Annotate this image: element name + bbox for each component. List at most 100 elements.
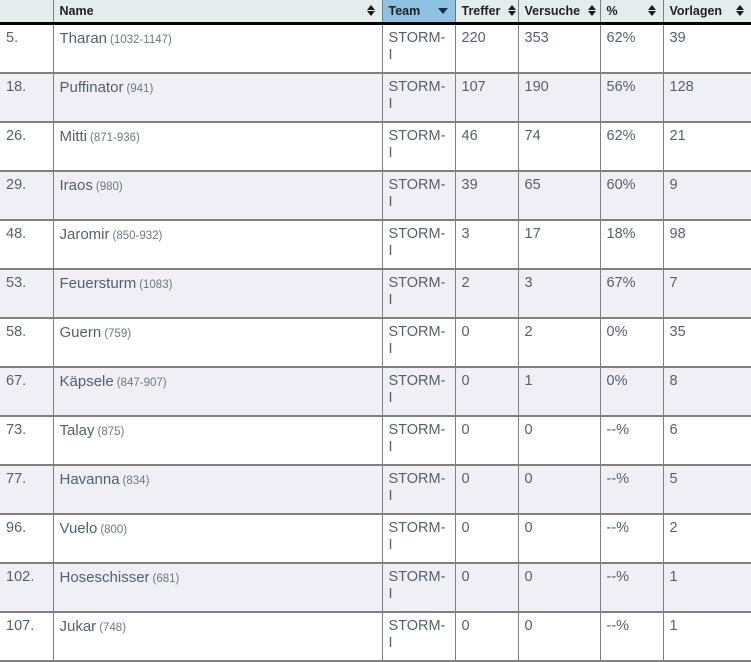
- cell-vorlagen: 1: [663, 563, 751, 613]
- cell-treffer: 2: [455, 269, 519, 319]
- cell-team: STORM-I: [382, 514, 456, 564]
- column-header-percent[interactable]: %: [600, 0, 664, 25]
- cell-player-name: Jukar (748): [53, 612, 383, 662]
- cell-team: STORM-I: [382, 122, 456, 172]
- cell-player-name: Vuelo (800): [53, 514, 383, 564]
- cell-player-name: Havanna (834): [53, 465, 383, 515]
- cell-rank: 26.: [0, 122, 54, 172]
- player-name-text: Iraos: [59, 177, 93, 194]
- player-rating-range: (834): [122, 475, 150, 487]
- cell-team: STORM-I: [382, 465, 456, 515]
- player-name-text: Feuersturm: [59, 275, 137, 292]
- cell-versuche: 0: [518, 563, 601, 613]
- sort-both-icon[interactable]: [647, 4, 657, 17]
- cell-versuche: 0: [518, 465, 601, 515]
- column-header-treffer[interactable]: Treffer: [455, 0, 519, 25]
- cell-rank: 53.: [0, 269, 54, 319]
- cell-treffer: 0: [455, 563, 519, 613]
- column-header-vorlagen[interactable]: Vorlagen: [663, 0, 751, 25]
- cell-rank: 18.: [0, 73, 54, 123]
- cell-player-name: Feuersturm (1083): [53, 269, 383, 319]
- player-name-text: Hoseschisser: [59, 569, 150, 586]
- column-header-label: Vorlagen: [669, 3, 723, 18]
- cell-versuche: 65: [518, 171, 601, 221]
- cell-percent: --%: [600, 612, 664, 662]
- cell-rank: 29.: [0, 171, 54, 221]
- cell-percent: 60%: [600, 171, 664, 221]
- sort-descending-icon[interactable]: [437, 4, 449, 17]
- cell-team: STORM-I: [382, 73, 456, 123]
- cell-versuche: 74: [518, 122, 601, 172]
- column-header-label: Team: [388, 3, 421, 18]
- cell-versuche: 3: [518, 269, 601, 319]
- cell-vorlagen: 7: [663, 269, 751, 319]
- player-rating-range: (800): [100, 524, 128, 536]
- sort-both-icon[interactable]: [508, 4, 517, 17]
- cell-rank: 67.: [0, 367, 54, 417]
- cell-treffer: 3: [455, 220, 519, 270]
- column-header-label: Versuche: [524, 3, 581, 18]
- column-header-name[interactable]: Name: [53, 0, 383, 25]
- player-name-text: Mitti: [59, 128, 88, 145]
- cell-percent: --%: [600, 563, 664, 613]
- sort-both-icon[interactable]: [736, 4, 745, 17]
- cell-player-name: Puffinator (941): [53, 73, 383, 123]
- table-row: 96. Vuelo (800) STORM-I 0 0 --% 2: [0, 514, 751, 564]
- table-header-row: Name Team Treffer Versuche% Vorlagen: [0, 0, 751, 25]
- cell-rank: 73.: [0, 416, 54, 466]
- player-name-text: Tharan: [59, 30, 108, 47]
- column-header-label: Treffer: [461, 3, 501, 18]
- player-rating-range: (871-936): [90, 132, 140, 144]
- column-header-team[interactable]: Team: [381, 0, 456, 25]
- cell-team: STORM-I: [382, 269, 456, 319]
- player-rating-range: (941): [126, 83, 154, 95]
- cell-player-name: Käpsele (847-907): [53, 367, 383, 417]
- table-row: 48. Jaromir (850-932) STORM-I 3 17 18% 98: [0, 220, 751, 270]
- cell-versuche: 1: [518, 367, 601, 417]
- player-rating-range: (1083): [139, 279, 173, 291]
- player-rating-range: (748): [99, 622, 127, 634]
- cell-player-name: Talay (875): [53, 416, 383, 466]
- column-header-label: %: [606, 3, 618, 18]
- cell-rank: 5.: [0, 23, 54, 74]
- cell-team: STORM-I: [382, 612, 456, 662]
- column-header-versuche[interactable]: Versuche: [518, 0, 601, 25]
- table-row: 58. Guern (759) STORM-I 0 2 0% 35: [0, 318, 751, 368]
- player-rating-range: (980): [95, 181, 123, 193]
- player-name-text: Jaromir: [59, 226, 110, 243]
- player-name-text: Havanna: [59, 471, 120, 488]
- column-header-rank: [0, 0, 54, 25]
- player-rating-range: (759): [104, 328, 132, 340]
- cell-treffer: 0: [455, 318, 519, 368]
- player-name-text: Talay: [59, 422, 95, 439]
- cell-team: STORM-I: [382, 563, 456, 613]
- table-row: 18. Puffinator (941) STORM-I 107 190 56% 128: [0, 73, 751, 123]
- sort-both-icon[interactable]: [366, 4, 376, 17]
- cell-percent: 0%: [600, 318, 664, 368]
- cell-team: STORM-I: [382, 220, 456, 270]
- table-row: 53. Feuersturm (1083) STORM-I 2 3 67% 7: [0, 269, 751, 319]
- sort-both-icon[interactable]: [588, 4, 597, 17]
- player-name-text: Puffinator: [59, 79, 124, 96]
- cell-versuche: 0: [518, 416, 601, 466]
- table-row: 5. Tharan (1032-1147) STORM-I 220 353 62% 39: [0, 23, 751, 74]
- cell-treffer: 39: [455, 171, 519, 221]
- cell-rank: 107.: [0, 612, 54, 662]
- cell-team: STORM-I: [382, 318, 456, 368]
- cell-vorlagen: 2: [663, 514, 751, 564]
- table-row: 107. Jukar (748) STORM-I 0 0 --% 1: [0, 612, 751, 662]
- cell-vorlagen: 21: [663, 122, 751, 172]
- cell-versuche: 2: [518, 318, 601, 368]
- cell-rank: 58.: [0, 318, 54, 368]
- cell-versuche: 190: [518, 73, 601, 123]
- cell-percent: 62%: [600, 122, 664, 172]
- cell-treffer: 0: [455, 465, 519, 515]
- cell-team: STORM-I: [382, 416, 456, 466]
- player-rating-range: (850-932): [112, 230, 163, 242]
- cell-versuche: 0: [518, 612, 601, 662]
- player-name-text: Käpsele: [59, 373, 114, 390]
- cell-percent: 0%: [600, 367, 664, 417]
- table-header: Name Team Treffer Versuche% Vorlagen: [0, 0, 751, 25]
- cell-rank: 48.: [0, 220, 54, 270]
- cell-percent: 62%: [600, 23, 664, 74]
